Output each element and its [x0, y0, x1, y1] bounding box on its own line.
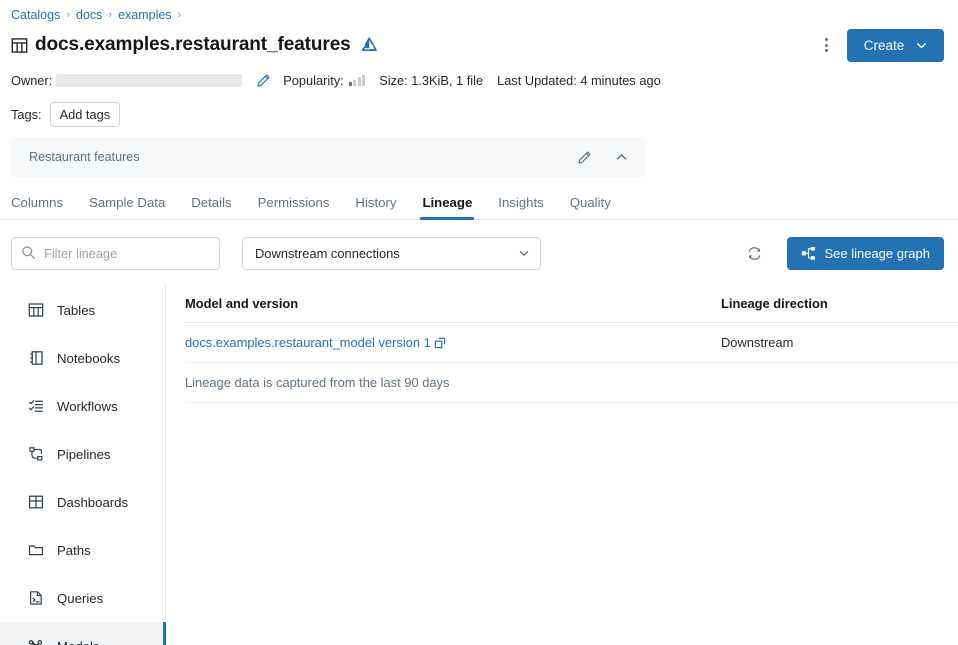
- table-header-row: Model and version Lineage direction: [185, 284, 958, 323]
- search-icon: [21, 245, 36, 260]
- notebook-icon: [27, 350, 44, 367]
- refresh-icon: [746, 245, 763, 262]
- breadcrumb-separator: ›: [66, 9, 70, 21]
- lineage-body: Tables Notebooks: [0, 284, 958, 645]
- chevron-down-icon: [916, 40, 927, 51]
- table-footnote-row: Lineage data is captured from the last 9…: [185, 363, 958, 403]
- lineage-toolbar: Downstream connections See lineage graph: [0, 236, 958, 270]
- see-lineage-graph-button[interactable]: See lineage graph: [787, 237, 944, 270]
- sidebar-item-label: Workflows: [57, 399, 118, 414]
- query-icon: [27, 590, 44, 607]
- sidebar-item-queries[interactable]: Queries: [0, 574, 165, 622]
- tags-label: Tags:: [11, 107, 42, 122]
- search-field-wrapper: [11, 237, 220, 270]
- tab-history[interactable]: History: [355, 195, 396, 219]
- table-row: docs.examples.restaurant_model version 1…: [185, 323, 958, 363]
- sidebar-item-pipelines[interactable]: Pipelines: [0, 430, 165, 478]
- refresh-button[interactable]: [739, 238, 769, 268]
- direction-cell: Downstream: [721, 323, 958, 363]
- breadcrumb-item-catalogs[interactable]: Catalogs: [11, 8, 60, 22]
- sidebar-item-workflows[interactable]: Workflows: [0, 382, 165, 430]
- page-header: docs.examples.restaurant_features Create: [0, 28, 958, 62]
- sidebar-item-label: Queries: [57, 591, 103, 606]
- model-cell: docs.examples.restaurant_model version 1: [185, 323, 721, 363]
- sidebar-item-label: Paths: [57, 543, 91, 558]
- external-link-icon: [434, 337, 446, 349]
- breadcrumb-item-docs[interactable]: docs: [76, 8, 102, 22]
- popularity-label: Popularity:: [283, 73, 343, 88]
- metadata-row: Owner: Popularity: Size: 1.3KiB, 1 file …: [0, 68, 958, 92]
- pencil-icon: [577, 150, 592, 165]
- sidebar-item-tables[interactable]: Tables: [0, 286, 165, 334]
- column-header-model: Model and version: [185, 284, 721, 323]
- popularity-bars-icon: [349, 75, 366, 86]
- breadcrumb-item-examples[interactable]: examples: [118, 8, 172, 22]
- create-button-label: Create: [864, 38, 905, 53]
- column-header-direction: Lineage direction: [721, 284, 958, 323]
- sidebar-item-label: Models: [57, 639, 100, 645]
- tab-lineage[interactable]: Lineage: [422, 195, 472, 219]
- sidebar-item-label: Tables: [57, 303, 95, 318]
- sidebar-item-label: Dashboards: [57, 495, 128, 510]
- page-title: docs.examples.restaurant_features: [35, 34, 351, 56]
- tab-bar: Columns Sample Data Details Permissions …: [0, 188, 958, 220]
- description-text: Restaurant features: [29, 150, 570, 164]
- tab-columns[interactable]: Columns: [11, 195, 63, 219]
- create-button[interactable]: Create: [847, 29, 944, 62]
- see-lineage-graph-label: See lineage graph: [824, 246, 930, 261]
- more-options-icon: [825, 44, 828, 47]
- more-options-button[interactable]: [813, 32, 839, 58]
- edit-description-button[interactable]: [570, 143, 598, 171]
- owner-value: [56, 74, 242, 87]
- chevron-down-icon: [518, 247, 530, 259]
- tab-insights[interactable]: Insights: [498, 195, 543, 219]
- more-options-icon: [825, 38, 828, 41]
- tab-details[interactable]: Details: [191, 195, 231, 219]
- lineage-sidebar: Tables Notebooks: [0, 284, 166, 645]
- tags-row: Tags: Add tags: [0, 101, 958, 127]
- dashboard-icon: [27, 494, 44, 511]
- table-icon: [11, 37, 28, 54]
- description-panel: Restaurant features: [11, 137, 645, 177]
- lineage-filter-value: Downstream connections: [255, 246, 518, 261]
- sidebar-item-paths[interactable]: Paths: [0, 526, 165, 574]
- lineage-graph-icon: [801, 246, 816, 261]
- sidebar-item-label: Notebooks: [57, 351, 120, 366]
- lineage-filter-select[interactable]: Downstream connections: [242, 237, 541, 270]
- model-icon: [27, 638, 44, 645]
- lineage-table: Model and version Lineage direction docs…: [185, 284, 958, 403]
- sidebar-item-notebooks[interactable]: Notebooks: [0, 334, 165, 382]
- model-link-label: docs.examples.restaurant_model version 1: [185, 335, 431, 350]
- lineage-filter-select-wrapper: Downstream connections: [242, 237, 541, 270]
- add-tags-button[interactable]: Add tags: [50, 102, 121, 127]
- breadcrumb-separator: ›: [108, 9, 112, 21]
- sidebar-item-label: Pipelines: [57, 447, 111, 462]
- workflow-icon: [27, 398, 44, 415]
- delta-lake-icon: [359, 35, 379, 55]
- model-link[interactable]: docs.examples.restaurant_model version 1: [185, 335, 446, 350]
- pencil-icon[interactable]: [256, 73, 271, 88]
- search-input[interactable]: [11, 237, 220, 270]
- tab-sample-data[interactable]: Sample Data: [89, 195, 165, 219]
- breadcrumb: Catalogs › docs › examples ›: [0, 0, 958, 24]
- chevron-up-icon: [615, 151, 628, 164]
- table-icon: [27, 302, 44, 319]
- size-label: Size: 1.3KiB, 1 file: [379, 73, 483, 88]
- pipeline-icon: [27, 446, 44, 463]
- last-updated-label: Last Updated: 4 minutes ago: [497, 73, 661, 88]
- lineage-table-area: Model and version Lineage direction docs…: [166, 284, 958, 645]
- folder-icon: [27, 542, 44, 559]
- footnote-empty-cell: [721, 363, 958, 403]
- sidebar-item-dashboards[interactable]: Dashboards: [0, 478, 165, 526]
- tab-quality[interactable]: Quality: [570, 195, 611, 219]
- collapse-description-button[interactable]: [607, 143, 635, 171]
- owner-label: Owner:: [11, 73, 52, 88]
- lineage-footnote: Lineage data is captured from the last 9…: [185, 363, 721, 403]
- breadcrumb-separator: ›: [178, 9, 182, 21]
- tab-permissions[interactable]: Permissions: [258, 195, 330, 219]
- more-options-icon: [825, 49, 828, 52]
- sidebar-item-models[interactable]: Models: [0, 622, 165, 645]
